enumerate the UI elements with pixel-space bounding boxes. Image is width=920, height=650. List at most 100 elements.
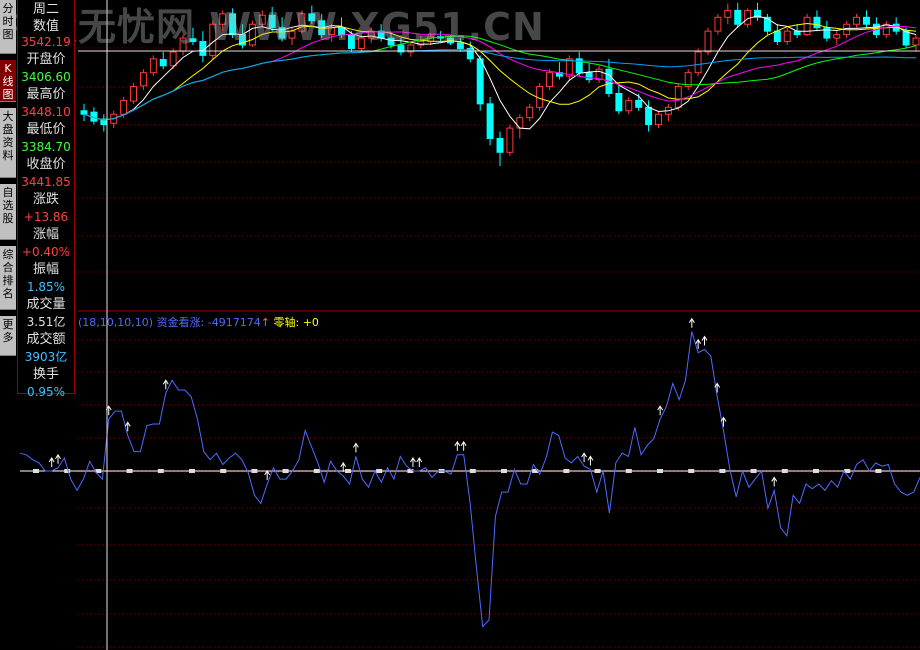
zero-marker-17 xyxy=(563,469,570,473)
legend-value: -4917174 xyxy=(207,316,261,329)
candle-body-75 xyxy=(823,27,831,39)
zero-marker-23 xyxy=(750,469,757,473)
zero-marker-27 xyxy=(875,469,882,473)
candle-body-4 xyxy=(120,99,128,115)
candle-body-66 xyxy=(734,9,742,25)
candle-body-52 xyxy=(595,68,603,81)
zero-marker-7 xyxy=(251,469,258,473)
zero-marker-9 xyxy=(313,469,320,473)
info-label-7: 振幅 xyxy=(32,262,59,277)
info-value-5: +13.86 xyxy=(23,210,69,224)
candle-body-62 xyxy=(694,51,702,74)
zero-marker-0 xyxy=(33,469,39,473)
legend-zero-label: 零轴: xyxy=(273,316,300,329)
info-value-7: 1.85% xyxy=(26,280,66,294)
candle-body-69 xyxy=(763,16,771,32)
indicator-legend: (18,10,10,10) 资金看涨: -4917174↑ 零轴: +0 xyxy=(78,314,319,330)
candle-body-54 xyxy=(615,92,623,112)
watermark-text: 牛股无忧网 WWW.XG51.CN xyxy=(0,5,545,49)
candle-body-7 xyxy=(149,58,157,74)
info-value-1: 3406.60 xyxy=(21,70,71,84)
zero-marker-5 xyxy=(189,469,195,473)
candle-body-8 xyxy=(159,59,167,67)
zero-marker-3 xyxy=(126,469,133,473)
zero-marker-18 xyxy=(594,469,601,473)
zero-marker-6 xyxy=(220,469,227,473)
candle-body-84 xyxy=(912,37,920,46)
legend-params: (18,10,10,10) xyxy=(78,316,154,329)
zero-marker-20 xyxy=(657,469,663,473)
candle-body-9 xyxy=(169,51,177,67)
zero-marker-14 xyxy=(469,469,476,473)
candle-body-65 xyxy=(724,9,732,18)
info-panel: 周二 数值 3542.19 开盘价 3406.60 最高价 3448.10 最低价 3384.… xyxy=(17,0,75,399)
info-value-4: 3441.85 xyxy=(21,175,71,189)
info-label-1: 开盘价 xyxy=(26,52,66,67)
ma-line-60 xyxy=(83,49,916,121)
candle-body-63 xyxy=(704,30,712,53)
side-tab-0[interactable]: 分时图 xyxy=(0,0,16,54)
side-tab-bar: 分时图 K线图大盘资料自选股综合排名更多 xyxy=(0,0,16,650)
info-weekday: 周二 xyxy=(32,2,59,17)
candle-body-67 xyxy=(744,9,752,25)
candle-body-79 xyxy=(863,16,870,25)
info-value-6: +0.40% xyxy=(21,245,71,259)
candle-body-55 xyxy=(625,99,633,112)
side-tab-3[interactable]: 自选股 xyxy=(0,184,16,240)
zero-marker-19 xyxy=(625,469,632,473)
candle-body-43 xyxy=(506,127,514,153)
info-label-10: 换手 xyxy=(32,367,59,382)
candle-body-70 xyxy=(773,30,781,43)
candle-body-60 xyxy=(674,86,682,108)
candle-body-45 xyxy=(526,106,534,119)
side-tab-4[interactable]: 综合排名 xyxy=(0,246,16,310)
info-label-5: 涨跌 xyxy=(32,192,59,207)
zero-marker-1 xyxy=(64,469,71,473)
candle-body-58 xyxy=(655,113,662,126)
zero-marker-22 xyxy=(719,469,726,473)
candle-body-71 xyxy=(783,30,791,43)
info-label-8: 成交量 xyxy=(26,297,66,312)
info-title: 数值 xyxy=(32,19,59,34)
side-tab-1[interactable]: K线图 xyxy=(0,60,16,102)
info-label-6: 涨幅 xyxy=(32,227,59,242)
info-value-0: 3542.19 xyxy=(21,35,71,49)
zero-marker-21 xyxy=(688,469,695,473)
zero-marker-11 xyxy=(376,469,383,473)
candle-body-5 xyxy=(130,86,137,102)
candle-body-44 xyxy=(516,117,524,129)
candle-body-57 xyxy=(645,106,653,126)
info-label-4: 收盘价 xyxy=(26,157,66,172)
legend-zero-value: +0 xyxy=(302,316,319,329)
side-tab-2[interactable]: 大盘资料 xyxy=(0,108,16,178)
candle-body-0 xyxy=(80,110,88,115)
candle-body-74 xyxy=(813,16,821,29)
candle-body-83 xyxy=(902,30,910,46)
candle-body-64 xyxy=(714,16,722,32)
legend-arrow-icon: ↑ xyxy=(260,316,270,329)
info-label-2: 最高价 xyxy=(26,87,66,102)
indicator-line xyxy=(19,331,920,628)
info-value-8: 3.51亿 xyxy=(26,315,66,329)
candle-body-78 xyxy=(853,16,861,25)
side-tab-5[interactable]: 更多 xyxy=(0,316,16,356)
candle-body-40 xyxy=(476,58,484,105)
candle-body-56 xyxy=(635,99,643,108)
candle-body-41 xyxy=(486,103,494,139)
info-value-3: 3384.70 xyxy=(21,140,71,154)
info-value-10: 0.95% xyxy=(26,385,66,399)
info-label-9: 成交额 xyxy=(26,332,66,347)
info-value-2: 3448.10 xyxy=(21,105,71,119)
zero-marker-10 xyxy=(345,469,351,473)
info-value-9: 3903亿 xyxy=(24,350,68,364)
legend-name: 资金看涨: xyxy=(156,316,205,329)
info-rows: 数值 3542.19 开盘价 3406.60 最高价 3448.10 最低价 3384.70 收… xyxy=(18,19,74,400)
candle-body-49 xyxy=(565,58,573,77)
zero-marker-24 xyxy=(781,469,788,473)
candle-body-6 xyxy=(139,72,147,87)
info-label-3: 最低价 xyxy=(26,122,66,137)
zero-marker-4 xyxy=(157,469,164,473)
zero-marker-25 xyxy=(813,469,819,473)
candle-body-73 xyxy=(803,16,811,36)
candle-body-42 xyxy=(496,137,504,153)
